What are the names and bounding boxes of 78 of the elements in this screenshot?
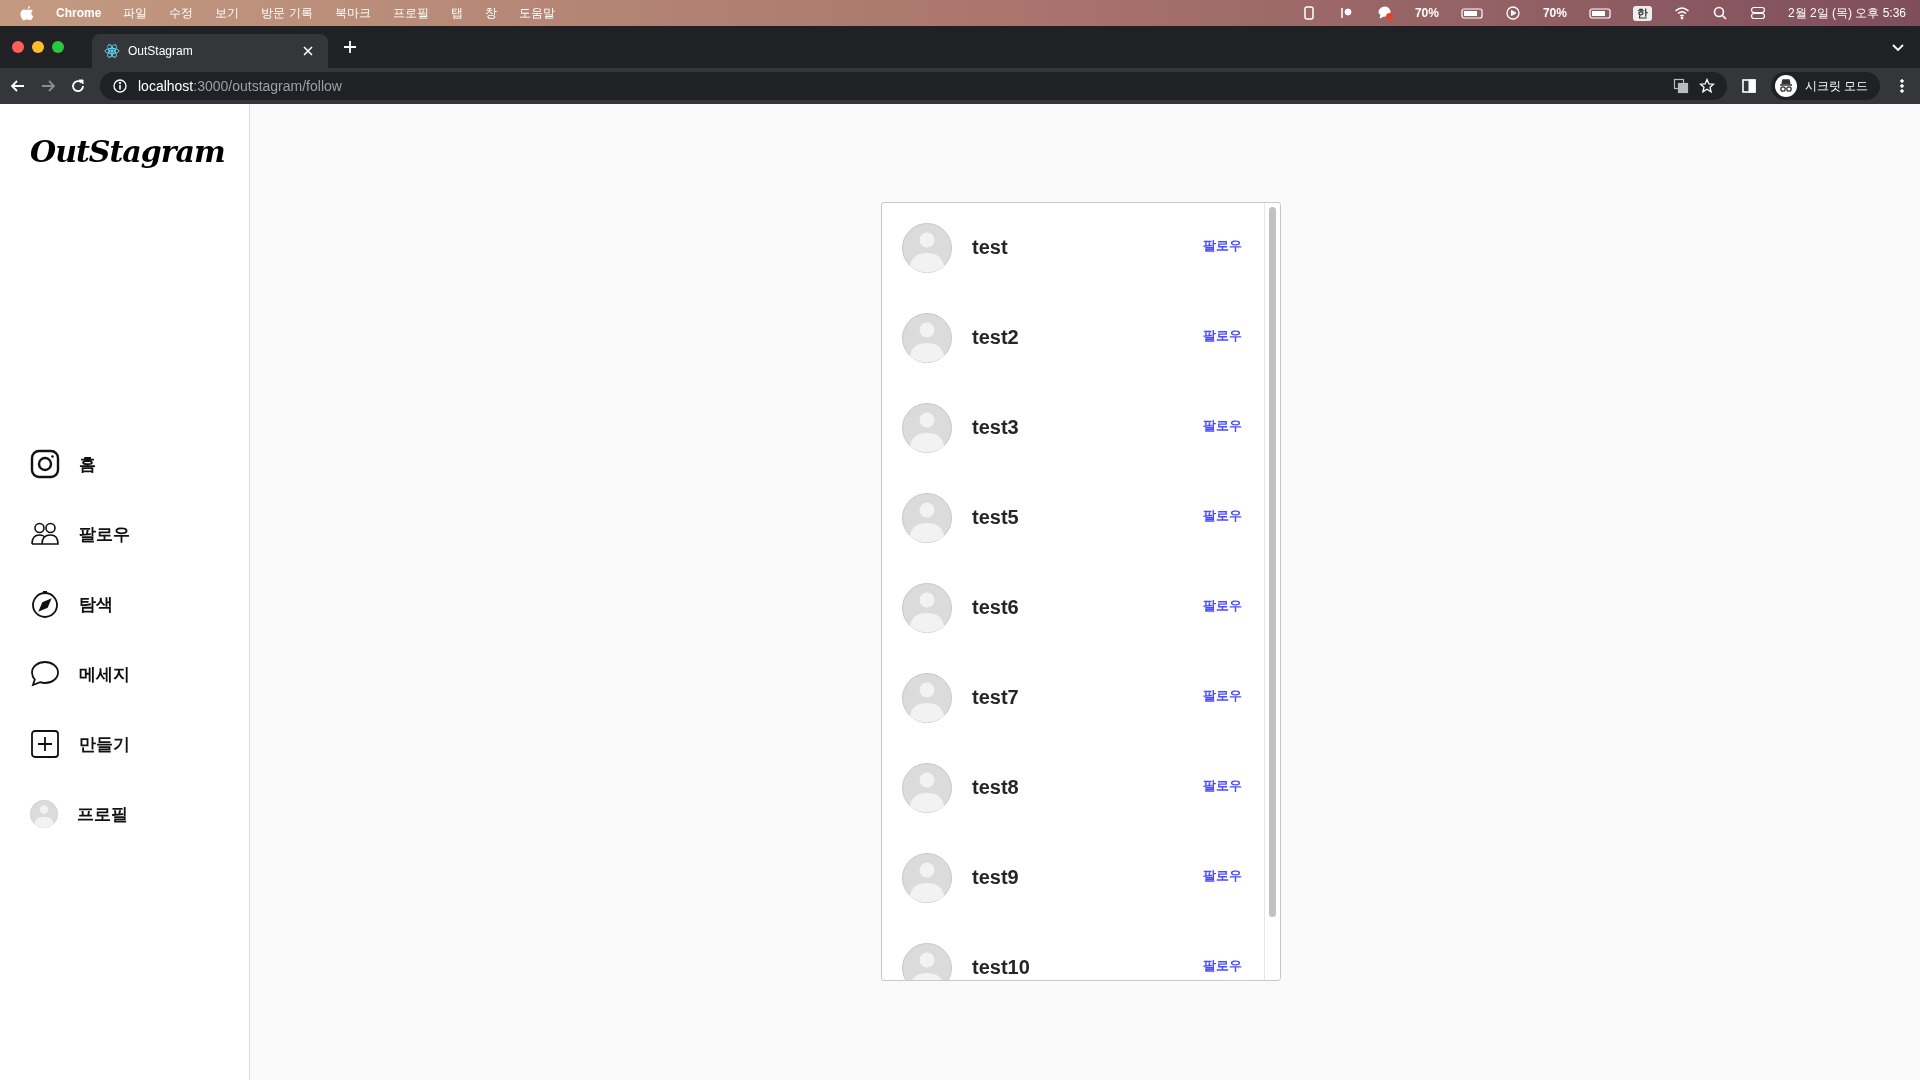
search-icon	[1711, 5, 1728, 21]
avatar-icon	[30, 800, 58, 828]
avatar-icon	[902, 583, 952, 633]
username: test5	[972, 506, 1020, 529]
side-panel-icon	[1740, 78, 1757, 94]
follow-button[interactable]: 팔로우	[1203, 327, 1242, 345]
chat-badge-icon	[1376, 5, 1393, 21]
username: test2	[972, 326, 1020, 349]
scrollbar-thumb[interactable]	[1269, 207, 1276, 917]
battery-icon	[1588, 5, 1611, 21]
zoom-window-button[interactable]	[52, 41, 64, 53]
incognito-profile-button[interactable]: 시크릿 모드	[1770, 72, 1880, 100]
battery-percent: 70%	[1414, 6, 1439, 20]
minimize-window-button[interactable]	[32, 41, 44, 53]
avatar-icon	[902, 853, 952, 903]
username: test6	[972, 596, 1020, 619]
star-icon	[1698, 78, 1715, 94]
camera-icon	[30, 449, 60, 479]
play-icon	[1504, 5, 1521, 21]
follow-button[interactable]: 팔로우	[1203, 507, 1242, 525]
nav-item[interactable]: 프로필	[30, 779, 249, 849]
pin-icon	[1338, 5, 1355, 21]
avatar-icon	[902, 223, 952, 273]
username: test3	[972, 416, 1020, 439]
nav-item[interactable]: 홈	[30, 429, 249, 499]
incognito-icon	[1774, 75, 1797, 97]
reload-icon	[70, 78, 86, 94]
url-host: localhost	[138, 78, 194, 94]
toggle-icon	[1749, 5, 1766, 21]
follow-button[interactable]: 팔로우	[1203, 687, 1242, 705]
avatar-icon	[902, 403, 952, 453]
username: test8	[972, 776, 1020, 799]
follow-button[interactable]: 팔로우	[1203, 237, 1242, 255]
tab-title: OutStagram	[128, 44, 194, 58]
menu-item[interactable]: 탭	[450, 4, 463, 22]
browser-tab[interactable]: OutStagram	[92, 34, 328, 68]
info-icon	[112, 78, 128, 94]
address-bar[interactable]: localhost:3000/outstagram/follow	[100, 72, 1727, 100]
username: test7	[972, 686, 1020, 709]
follow-button[interactable]: 팔로우	[1203, 867, 1242, 885]
wifi-icon	[1673, 5, 1690, 21]
battery-icon	[1460, 5, 1483, 21]
username: test10	[972, 956, 1031, 979]
translate-icon	[1672, 78, 1689, 94]
avatar-icon	[902, 313, 952, 363]
input-method-indicator[interactable]: 한	[1632, 5, 1652, 21]
nav-item[interactable]: 만들기	[30, 709, 249, 779]
follow-button[interactable]: 팔로우	[1203, 777, 1242, 795]
compass-icon	[30, 589, 60, 619]
plus-icon	[342, 39, 358, 55]
avatar-icon	[902, 493, 952, 543]
forward-arrow-icon	[40, 78, 56, 94]
menu-item[interactable]: 보기	[215, 4, 240, 22]
speech-bubble-icon	[30, 659, 60, 689]
follow-button[interactable]: 팔로우	[1203, 957, 1242, 975]
menu-item[interactable]: 프로필	[392, 4, 429, 22]
menu-item[interactable]: 창	[484, 4, 497, 22]
nav-item[interactable]: 메세지	[30, 639, 249, 709]
avatar-icon	[902, 763, 952, 813]
nav-item[interactable]: 팔로우	[30, 499, 249, 569]
clock: 2월 2일 (목) 오후 5:36	[1787, 4, 1906, 22]
menu-item[interactable]: 북마크	[334, 4, 371, 22]
menu-item[interactable]: 도움말	[518, 4, 555, 22]
username: test9	[972, 866, 1020, 889]
url-path: :3000/outstagram/follow	[193, 78, 342, 94]
menu-item[interactable]: 방문 기록	[261, 4, 313, 22]
apple-icon	[20, 5, 34, 21]
atom-icon	[104, 43, 120, 59]
battery-percent: 70%	[1542, 6, 1567, 20]
logo[interactable]: OutStagram	[30, 134, 249, 184]
back-arrow-icon	[10, 78, 26, 94]
follow-button[interactable]: 팔로우	[1203, 417, 1242, 435]
avatar-icon	[902, 673, 952, 723]
nav-item[interactable]: 탐색	[30, 569, 249, 639]
close-window-button[interactable]	[12, 41, 24, 53]
follow-button[interactable]: 팔로우	[1203, 597, 1242, 615]
plus-square-icon	[30, 729, 60, 759]
username: test	[972, 236, 1009, 259]
